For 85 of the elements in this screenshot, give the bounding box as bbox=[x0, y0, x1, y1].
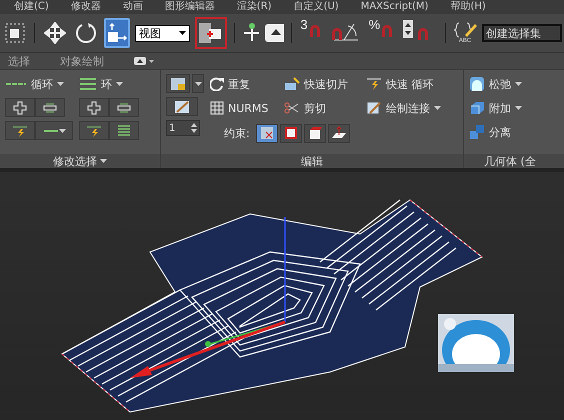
constraint-button[interactable] bbox=[280, 124, 302, 142]
constraints-label: 约束: bbox=[224, 126, 250, 140]
block-icon bbox=[469, 100, 485, 116]
constraint-button[interactable] bbox=[304, 124, 326, 142]
preserve-uvs-button[interactable] bbox=[166, 74, 190, 93]
lightning-icon bbox=[366, 77, 382, 91]
caret-icon bbox=[178, 31, 186, 35]
ribbon-tab[interactable]: 选择 bbox=[8, 54, 30, 68]
ribbon-command[interactable]: 剪切 bbox=[284, 98, 360, 118]
grow-icon bbox=[86, 100, 102, 114]
cube-icon bbox=[308, 126, 322, 140]
caret-icon bbox=[116, 82, 123, 86]
lightning-icon bbox=[86, 124, 102, 138]
magnet-icon bbox=[381, 24, 394, 38]
ribbon-command[interactable]: 重复 bbox=[210, 74, 278, 94]
rotate-icon bbox=[74, 22, 97, 44]
spinner-arrows-icon bbox=[191, 123, 197, 133]
cube-icon bbox=[284, 126, 298, 140]
shrink-icon bbox=[42, 102, 58, 114]
lock-grid-icon bbox=[170, 76, 186, 90]
paint-grid-icon bbox=[366, 101, 382, 115]
menu-item[interactable]: MAXScript(M) bbox=[360, 1, 428, 13]
constraint-button[interactable] bbox=[328, 124, 350, 142]
menu-item[interactable]: 帮助(H) bbox=[450, 1, 486, 13]
move-icon bbox=[44, 22, 66, 44]
ribbon-command[interactable]: 快速 循环 bbox=[366, 74, 462, 94]
snap-toggle[interactable]: % bbox=[366, 18, 396, 48]
shrink-icon bbox=[116, 102, 132, 114]
menu-item[interactable]: 自定义(U) bbox=[294, 1, 339, 13]
group-title[interactable]: 几何体 (全 bbox=[484, 154, 536, 168]
ribbon-command[interactable]: 快速切片 bbox=[284, 74, 360, 94]
edge-ring-icon bbox=[79, 77, 97, 91]
ribbon-command[interactable]: 附加 bbox=[469, 98, 522, 118]
blocks-icon bbox=[469, 124, 485, 140]
ribbon-command[interactable]: 环 bbox=[79, 74, 139, 94]
menu-item[interactable]: 创建(C) bbox=[14, 1, 49, 13]
normal-icon bbox=[330, 126, 347, 140]
slice-icon bbox=[284, 77, 300, 91]
split-button[interactable] bbox=[35, 121, 73, 140]
stack-icon bbox=[116, 124, 132, 138]
ribbon-command[interactable]: 循环 bbox=[5, 74, 73, 94]
snap-toggle[interactable]: 3 bbox=[298, 18, 323, 48]
grow-button[interactable] bbox=[79, 98, 109, 117]
group-title[interactable]: 编辑 bbox=[301, 154, 323, 168]
ribbon-command[interactable]: 绘制连接 bbox=[366, 98, 462, 118]
magnet-icon bbox=[308, 24, 321, 38]
menu-item[interactable]: 动画 bbox=[122, 1, 143, 13]
dropdown-button[interactable] bbox=[192, 74, 204, 93]
caret-icon bbox=[58, 128, 66, 132]
paint-grid-icon bbox=[174, 100, 190, 114]
ribbon-command[interactable]: NURMS bbox=[210, 98, 278, 118]
shrink-button[interactable] bbox=[109, 98, 139, 117]
ribbon-command[interactable]: 松弛 bbox=[469, 74, 522, 94]
constraint-button[interactable] bbox=[256, 124, 278, 142]
loop-button[interactable] bbox=[79, 121, 109, 140]
grow-button[interactable] bbox=[5, 98, 35, 117]
named-selection-field[interactable]: 创建选择集 bbox=[482, 24, 562, 42]
tool-button[interactable] bbox=[104, 18, 130, 48]
select-region-icon bbox=[106, 22, 128, 44]
ribbon-tab[interactable]: 对象绘制 bbox=[60, 54, 104, 68]
shrink-button[interactable] bbox=[35, 98, 65, 117]
caret-icon bbox=[57, 82, 64, 86]
menu-item[interactable]: 图形编辑器 bbox=[164, 1, 215, 13]
grid-icon bbox=[210, 101, 224, 115]
caret-icon bbox=[100, 159, 107, 163]
menu-item[interactable]: 修改器 bbox=[70, 1, 101, 13]
coordinate-dropdown[interactable]: 视图 bbox=[134, 24, 190, 42]
ring-button[interactable] bbox=[109, 121, 139, 140]
arch-icon bbox=[469, 76, 485, 92]
grow-icon bbox=[12, 100, 28, 114]
tweak-uvs-button[interactable] bbox=[166, 97, 198, 116]
scissors-icon bbox=[284, 101, 300, 115]
loop-button[interactable] bbox=[5, 121, 35, 140]
redo-icon bbox=[210, 77, 224, 91]
braces-pencil-icon bbox=[453, 22, 478, 38]
constraint-none-icon bbox=[260, 126, 274, 140]
number-spinner[interactable]: 1 bbox=[166, 120, 200, 136]
menu-item[interactable]: 渲染(R) bbox=[236, 1, 272, 13]
caret-icon bbox=[194, 82, 202, 86]
lightning-icon bbox=[12, 124, 28, 138]
ribbon-command[interactable]: 分离 bbox=[469, 122, 522, 142]
minimize-ribbon-icon[interactable] bbox=[134, 56, 154, 66]
group-title[interactable]: 修改选择 bbox=[53, 154, 97, 168]
pivot-center-button[interactable] bbox=[194, 17, 227, 49]
cube-icon bbox=[4, 23, 24, 43]
